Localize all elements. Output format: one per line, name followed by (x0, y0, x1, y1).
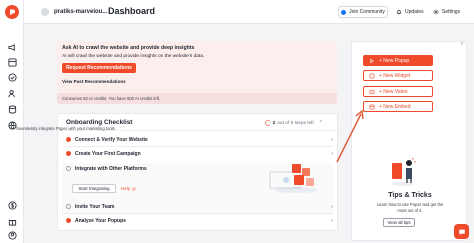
collapse-panel-icon[interactable]: › (461, 41, 469, 49)
updates-label: Updates (405, 9, 424, 15)
view-all-tips-button[interactable]: View all tips (383, 218, 415, 227)
new-popup-button[interactable]: + New Popup (363, 55, 433, 66)
step-description: Seamlessly integrate Poper with your mar… (16, 126, 116, 131)
new-embed-label: + New Embed (379, 103, 411, 110)
bell-icon (396, 9, 402, 15)
chevron-right-icon: › (331, 150, 333, 157)
facebook-icon (341, 9, 347, 15)
chevron-right-icon: › (331, 136, 333, 143)
onboarding-title: Onboarding Checklist (66, 119, 133, 126)
check-icon (66, 151, 71, 156)
request-recommendations-button[interactable]: Request Recommendations (62, 63, 136, 73)
tips-illustration-icon (392, 157, 416, 186)
popup-icon (370, 58, 374, 63)
checklist-step-campaign[interactable]: Create Your First Campaign › (66, 149, 333, 158)
widget-icon[interactable] (8, 58, 17, 67)
help-label: Help (121, 186, 131, 191)
site-name: pratiks-marvelou... (54, 9, 108, 15)
settings-button[interactable]: Settings (433, 6, 460, 18)
empty-circle-icon (66, 204, 71, 209)
embed-icon (369, 104, 375, 109)
ai-credits-note: Consumes 50 AI credits. You have 500 AI … (57, 93, 337, 104)
start-integrating-button[interactable]: Start Integrating (72, 184, 116, 193)
ai-insights-card: Ask AI to crawl the website and provide … (57, 41, 337, 104)
poper-logo-icon (10, 9, 15, 15)
empty-circle-icon (66, 166, 71, 171)
new-video-label: + New Video (379, 88, 408, 95)
check-icon (66, 137, 71, 142)
database-icon[interactable] (8, 105, 17, 114)
step-label: Connect & Verify Your Website (75, 136, 148, 143)
left-sidebar (0, 0, 24, 243)
quick-create-panel: + New Popup + New Widget + New Video + N… (351, 41, 467, 241)
onboarding-progress: 2 out of 5 steps left ⌃ (264, 120, 323, 126)
checklist-step-analyze[interactable]: Analyze Your Popups › (66, 216, 333, 225)
page-title: Dashboard (108, 6, 156, 16)
tips-description-line: most out of it. (397, 207, 423, 213)
step-label: Integrate with Other Platforms (75, 165, 147, 172)
top-header: pratiks-marvelou... ⌄ Dashboard Join Com… (24, 0, 474, 24)
step-label: Analyze Your Popups (75, 217, 126, 224)
divider (62, 213, 333, 214)
updates-button[interactable]: Updates (396, 6, 424, 18)
chevron-right-icon: › (331, 203, 333, 210)
app-logo[interactable] (5, 5, 19, 19)
step-label: Invite Your Team (75, 203, 115, 210)
tips-description: Learn how to use Poper and get the most … (352, 202, 468, 213)
tips-title: Tips & Tricks (388, 192, 432, 199)
video-icon (369, 89, 375, 94)
gear-icon (433, 9, 439, 15)
join-community-button[interactable]: Join Community (338, 6, 388, 18)
chat-support-button[interactable] (454, 224, 469, 239)
progress-done-count: 2 (272, 120, 276, 126)
new-embed-button[interactable]: + New Embed (363, 101, 433, 112)
step-label: Create Your First Campaign (75, 150, 141, 157)
settings-label: Settings (442, 9, 461, 15)
new-video-button[interactable]: + New Video (363, 86, 433, 97)
puzzle-illustration-icon (269, 164, 318, 193)
progress-ring-icon (264, 120, 271, 126)
site-avatar (41, 8, 49, 16)
check-icon (66, 218, 71, 223)
ai-card-subtitle: AI will crawl the website and provide in… (62, 54, 205, 59)
people-icon[interactable] (8, 89, 17, 98)
dollar-icon[interactable] (8, 201, 17, 210)
new-widget-label: + New Widget (379, 72, 411, 79)
view-past-recommendations-link[interactable]: View Past Recommendations (62, 79, 126, 84)
chevron-right-icon: › (331, 217, 333, 224)
check-circle-icon[interactable] (8, 73, 17, 82)
ai-card-title: Ask AI to crawl the website and provide … (62, 45, 195, 51)
chat-icon (458, 229, 465, 235)
widget-icon (369, 73, 375, 78)
checklist-step-invite[interactable]: Invite Your Team › (66, 202, 333, 211)
help-link[interactable]: Help (121, 184, 136, 193)
chevron-up-icon[interactable]: ⌃ (319, 120, 323, 126)
progress-text: out of 5 steps left (277, 120, 314, 126)
new-popup-label: + New Popup (379, 57, 410, 64)
divider (62, 146, 333, 147)
new-widget-button[interactable]: + New Widget (363, 70, 433, 81)
checklist-step-connect[interactable]: Connect & Verify Your Website › (66, 135, 333, 144)
gift-icon[interactable] (8, 217, 17, 226)
join-community-label: Join Community (349, 9, 385, 15)
external-link-icon (132, 187, 136, 190)
user-avatar-icon[interactable] (8, 231, 17, 240)
megaphone-icon[interactable] (8, 43, 17, 52)
